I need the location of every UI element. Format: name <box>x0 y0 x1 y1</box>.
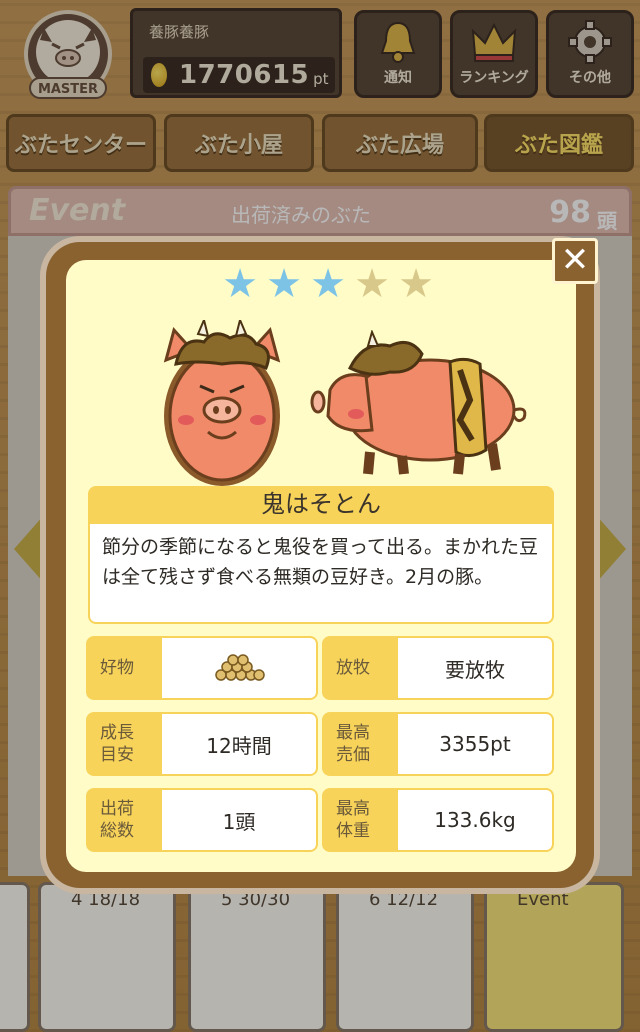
stat-label: 最高 売価 <box>336 723 370 765</box>
stat-label: 成長 目安 <box>100 723 134 765</box>
stat-label: 好物 <box>100 658 134 678</box>
star-icon: ★ <box>310 261 346 307</box>
stat-value <box>162 638 316 698</box>
stat-max-price: 最高 売価 3355pt <box>322 712 554 776</box>
stat-favorite: 好物 <box>86 636 318 700</box>
stat-shipped: 出荷 総数 1頭 <box>86 788 318 852</box>
pig-name: 鬼はそとん <box>88 486 554 522</box>
stat-label: 出荷 総数 <box>100 799 134 841</box>
stat-growth: 成長 目安 12時間 <box>86 712 318 776</box>
stat-max-weight: 最高 体重 133.6kg <box>322 788 554 852</box>
soybeans-icon <box>215 654 265 681</box>
pig-front-image <box>163 320 281 486</box>
star-icon: ★ <box>266 261 302 307</box>
stat-value: 1頭 <box>162 790 316 850</box>
stat-value: 要放牧 <box>398 638 552 698</box>
stat-grazing: 放牧 要放牧 <box>322 636 554 700</box>
star-icon: ★ <box>354 261 390 307</box>
star-icon: ★ <box>222 261 258 307</box>
stat-value: 12時間 <box>162 714 316 774</box>
star-icon: ★ <box>398 261 434 307</box>
stat-label: 放牧 <box>336 658 370 678</box>
pig-side-image <box>310 330 527 475</box>
stat-value: 133.6kg <box>398 790 552 850</box>
rating-stars: ★ ★ ★ ★ ★ <box>218 262 438 312</box>
stat-label: 最高 体重 <box>336 799 370 841</box>
pig-description: 節分の季節になると鬼役を買って出る。まかれた豆は全て残さず食べる無類の豆好き。2… <box>88 522 554 624</box>
stat-value: 3355pt <box>398 714 552 774</box>
close-button[interactable]: ✕ <box>552 238 598 284</box>
